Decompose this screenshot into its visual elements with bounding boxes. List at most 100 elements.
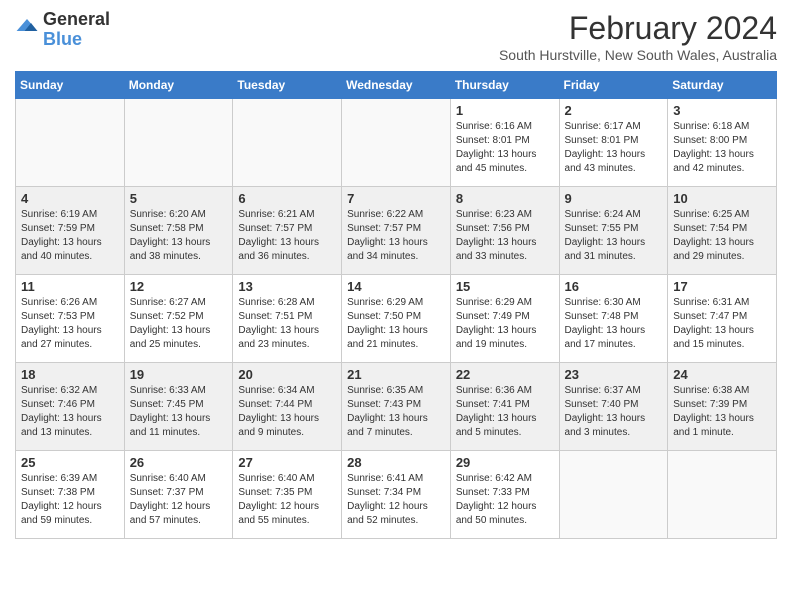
day-number: 4	[21, 191, 119, 206]
calendar-week-row: 11 Sunrise: 6:26 AM Sunset: 7:53 PM Dayli…	[16, 275, 777, 363]
day-number: 9	[565, 191, 663, 206]
title-area: February 2024 South Hurstville, New Sout…	[499, 10, 777, 63]
day-of-week-header: Thursday	[450, 72, 559, 99]
day-info: Sunrise: 6:21 AM Sunset: 7:57 PM Dayligh…	[238, 208, 336, 264]
calendar-cell	[233, 99, 342, 187]
calendar-cell: 3 Sunrise: 6:18 AM Sunset: 8:00 PM Daylig…	[668, 99, 777, 187]
day-number: 11	[21, 279, 119, 294]
day-info: Sunrise: 6:22 AM Sunset: 7:57 PM Dayligh…	[347, 208, 445, 264]
calendar-cell: 1Sunrise: 6:16 AM Sunset: 8:01 PM Daylig…	[450, 99, 559, 187]
day-number: 23	[565, 367, 663, 382]
day-number: 25	[21, 455, 119, 470]
calendar-cell: 8 Sunrise: 6:23 AM Sunset: 7:56 PM Daylig…	[450, 187, 559, 275]
calendar-cell	[124, 99, 233, 187]
day-of-week-header: Tuesday	[233, 72, 342, 99]
calendar-cell	[16, 99, 125, 187]
calendar-cell: 14 Sunrise: 6:29 AM Sunset: 7:50 PM Dayli…	[342, 275, 451, 363]
day-number: 27	[238, 455, 336, 470]
day-info: Sunrise: 6:30 AM Sunset: 7:48 PM Dayligh…	[565, 296, 663, 352]
calendar-cell: 26Sunrise: 6:40 AM Sunset: 7:37 PM Dayli…	[124, 451, 233, 539]
day-info: Sunrise: 6:18 AM Sunset: 8:00 PM Dayligh…	[673, 120, 771, 176]
day-number: 21	[347, 367, 445, 382]
day-info: Sunrise: 6:16 AM Sunset: 8:01 PM Dayligh…	[456, 120, 554, 176]
day-number: 15	[456, 279, 554, 294]
day-number: 24	[673, 367, 771, 382]
calendar-cell: 27 Sunrise: 6:40 AM Sunset: 7:35 PM Dayli…	[233, 451, 342, 539]
day-info: Sunrise: 6:17 AM Sunset: 8:01 PM Dayligh…	[565, 120, 663, 176]
calendar-week-row: 18 Sunrise: 6:32 AM Sunset: 7:46 PM Dayli…	[16, 363, 777, 451]
calendar-cell: 16 Sunrise: 6:30 AM Sunset: 7:48 PM Dayli…	[559, 275, 668, 363]
day-number: 14	[347, 279, 445, 294]
calendar-cell: 15 Sunrise: 6:29 AM Sunset: 7:49 PM Dayli…	[450, 275, 559, 363]
calendar-cell: 19 Sunrise: 6:33 AM Sunset: 7:45 PM Dayli…	[124, 363, 233, 451]
day-number: 2	[565, 103, 663, 118]
day-number: 7	[347, 191, 445, 206]
calendar-cell: 10 Sunrise: 6:25 AM Sunset: 7:54 PM Dayli…	[668, 187, 777, 275]
day-info: Sunrise: 6:41 AM Sunset: 7:34 PM Dayligh…	[347, 472, 445, 528]
calendar-week-row: 1Sunrise: 6:16 AM Sunset: 8:01 PM Daylig…	[16, 99, 777, 187]
day-number: 13	[238, 279, 336, 294]
day-info: Sunrise: 6:29 AM Sunset: 7:50 PM Dayligh…	[347, 296, 445, 352]
day-info: Sunrise: 6:24 AM Sunset: 7:55 PM Dayligh…	[565, 208, 663, 264]
day-info: Sunrise: 6:19 AM Sunset: 7:59 PM Dayligh…	[21, 208, 119, 264]
calendar-cell: 7 Sunrise: 6:22 AM Sunset: 7:57 PM Daylig…	[342, 187, 451, 275]
day-of-week-header: Sunday	[16, 72, 125, 99]
day-info: Sunrise: 6:20 AM Sunset: 7:58 PM Dayligh…	[130, 208, 228, 264]
day-number: 26	[130, 455, 228, 470]
day-of-week-header: Wednesday	[342, 72, 451, 99]
day-of-week-header: Monday	[124, 72, 233, 99]
day-info: Sunrise: 6:32 AM Sunset: 7:46 PM Dayligh…	[21, 384, 119, 440]
calendar-header-row: SundayMondayTuesdayWednesdayThursdayFrid…	[16, 72, 777, 99]
calendar-cell: 24 Sunrise: 6:38 AM Sunset: 7:39 PM Dayli…	[668, 363, 777, 451]
calendar-cell: 12 Sunrise: 6:27 AM Sunset: 7:52 PM Dayli…	[124, 275, 233, 363]
day-info: Sunrise: 6:40 AM Sunset: 7:35 PM Dayligh…	[238, 472, 336, 528]
day-number: 10	[673, 191, 771, 206]
day-of-week-header: Friday	[559, 72, 668, 99]
day-info: Sunrise: 6:42 AM Sunset: 7:33 PM Dayligh…	[456, 472, 554, 528]
calendar-cell: 20 Sunrise: 6:34 AM Sunset: 7:44 PM Dayli…	[233, 363, 342, 451]
day-number: 16	[565, 279, 663, 294]
day-number: 29	[456, 455, 554, 470]
page-header: General Blue February 2024 South Hurstvi…	[15, 10, 777, 63]
day-number: 8	[456, 191, 554, 206]
calendar-cell: 6Sunrise: 6:21 AM Sunset: 7:57 PM Daylig…	[233, 187, 342, 275]
calendar-cell	[559, 451, 668, 539]
logo-general: General	[43, 10, 110, 30]
calendar-cell: 5 Sunrise: 6:20 AM Sunset: 7:58 PM Daylig…	[124, 187, 233, 275]
calendar-cell: 28 Sunrise: 6:41 AM Sunset: 7:34 PM Dayli…	[342, 451, 451, 539]
day-info: Sunrise: 6:34 AM Sunset: 7:44 PM Dayligh…	[238, 384, 336, 440]
calendar-cell: 4 Sunrise: 6:19 AM Sunset: 7:59 PM Daylig…	[16, 187, 125, 275]
logo-icon	[15, 15, 39, 39]
calendar-cell: 22 Sunrise: 6:36 AM Sunset: 7:41 PM Dayli…	[450, 363, 559, 451]
day-number: 18	[21, 367, 119, 382]
day-info: Sunrise: 6:37 AM Sunset: 7:40 PM Dayligh…	[565, 384, 663, 440]
day-number: 22	[456, 367, 554, 382]
calendar-cell: 25 Sunrise: 6:39 AM Sunset: 7:38 PM Dayli…	[16, 451, 125, 539]
calendar-cell: 11 Sunrise: 6:26 AM Sunset: 7:53 PM Dayli…	[16, 275, 125, 363]
day-info: Sunrise: 6:28 AM Sunset: 7:51 PM Dayligh…	[238, 296, 336, 352]
day-number: 20	[238, 367, 336, 382]
day-number: 5	[130, 191, 228, 206]
day-info: Sunrise: 6:27 AM Sunset: 7:52 PM Dayligh…	[130, 296, 228, 352]
day-number: 3	[673, 103, 771, 118]
day-info: Sunrise: 6:35 AM Sunset: 7:43 PM Dayligh…	[347, 384, 445, 440]
calendar-week-row: 4 Sunrise: 6:19 AM Sunset: 7:59 PM Daylig…	[16, 187, 777, 275]
calendar-cell: 13 Sunrise: 6:28 AM Sunset: 7:51 PM Dayli…	[233, 275, 342, 363]
day-info: Sunrise: 6:31 AM Sunset: 7:47 PM Dayligh…	[673, 296, 771, 352]
day-info: Sunrise: 6:26 AM Sunset: 7:53 PM Dayligh…	[21, 296, 119, 352]
calendar-cell: 29 Sunrise: 6:42 AM Sunset: 7:33 PM Dayli…	[450, 451, 559, 539]
calendar-cell	[668, 451, 777, 539]
calendar-title: February 2024	[499, 10, 777, 47]
day-number: 12	[130, 279, 228, 294]
day-info: Sunrise: 6:36 AM Sunset: 7:41 PM Dayligh…	[456, 384, 554, 440]
day-number: 19	[130, 367, 228, 382]
day-info: Sunrise: 6:39 AM Sunset: 7:38 PM Dayligh…	[21, 472, 119, 528]
day-info: Sunrise: 6:38 AM Sunset: 7:39 PM Dayligh…	[673, 384, 771, 440]
calendar-week-row: 25 Sunrise: 6:39 AM Sunset: 7:38 PM Dayli…	[16, 451, 777, 539]
day-info: Sunrise: 6:33 AM Sunset: 7:45 PM Dayligh…	[130, 384, 228, 440]
day-info: Sunrise: 6:23 AM Sunset: 7:56 PM Dayligh…	[456, 208, 554, 264]
day-info: Sunrise: 6:25 AM Sunset: 7:54 PM Dayligh…	[673, 208, 771, 264]
calendar-cell	[342, 99, 451, 187]
day-info: Sunrise: 6:29 AM Sunset: 7:49 PM Dayligh…	[456, 296, 554, 352]
day-number: 28	[347, 455, 445, 470]
